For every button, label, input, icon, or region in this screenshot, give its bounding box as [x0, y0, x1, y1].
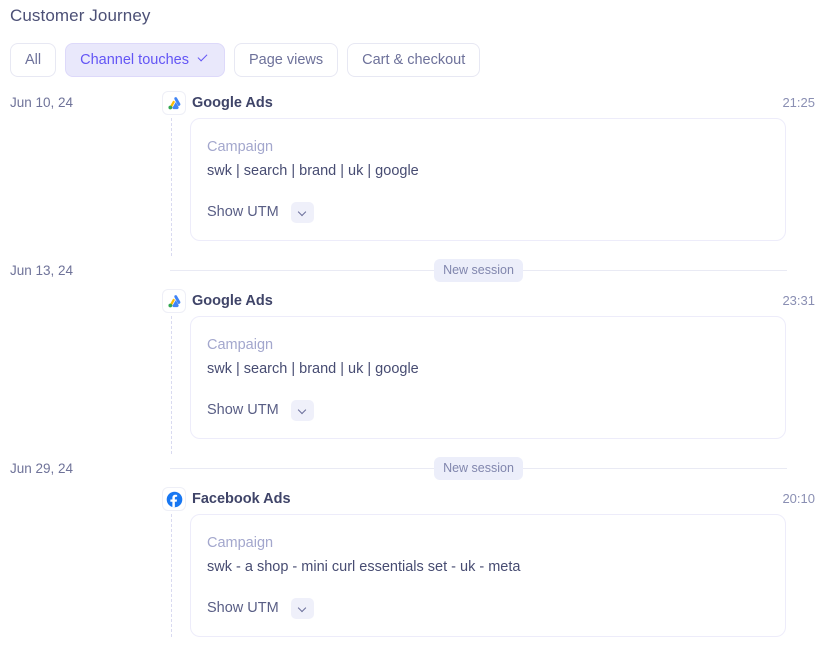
timeline-date-row: Jun 13, 24 New session: [0, 256, 815, 286]
campaign-field-value: swk | search | brand | uk | google: [207, 361, 419, 377]
show-utm-label[interactable]: Show UTM: [207, 403, 279, 418]
new-session-divider: New session: [170, 258, 787, 283]
chevron-down-icon[interactable]: [290, 400, 314, 421]
campaign-field-label: Campaign: [207, 535, 274, 551]
event-body: Campaign swk - a shop - mini curl essent…: [0, 514, 815, 637]
card-actions: Show UTM: [207, 202, 769, 223]
timeline-day-group: Jun 29, 24 New session 20:10 Facebook Ad…: [0, 454, 815, 637]
campaign-field-value: swk - a shop - mini curl essentials set …: [207, 559, 521, 575]
show-utm-label[interactable]: Show UTM: [207, 205, 279, 220]
new-session-badge: New session: [434, 258, 523, 283]
event-time: 21:25: [782, 95, 815, 110]
timeline-date-row: Jun 10, 24 21:25 Google Ads: [0, 88, 815, 118]
event-channel-name: Google Ads: [192, 95, 273, 111]
chevron-down-icon[interactable]: [290, 202, 314, 223]
event-detail-card: Campaign swk | search | brand | uk | goo…: [190, 118, 786, 241]
new-session-divider: New session: [170, 456, 787, 481]
filter-pill-all-label: All: [25, 51, 42, 68]
event-time: 20:10: [782, 491, 815, 506]
campaign-field-label: Campaign: [207, 337, 274, 353]
event-detail-card: Campaign swk - a shop - mini curl essent…: [190, 514, 786, 637]
event-channel-name: Google Ads: [192, 293, 273, 309]
timeline-connector: [171, 514, 172, 637]
event-time: 23:31: [782, 293, 815, 308]
campaign-field-value: swk | search | brand | uk | google: [207, 163, 419, 179]
filter-pill-all[interactable]: All: [10, 43, 57, 77]
event-header: 23:31 Google Ads: [0, 286, 815, 316]
chevron-down-icon[interactable]: [290, 598, 314, 619]
card-actions: Show UTM: [207, 598, 769, 619]
card-actions: Show UTM: [207, 400, 769, 421]
filter-pill-cart-checkout[interactable]: Cart & checkout: [347, 43, 481, 77]
journey-timeline: Jun 10, 24 21:25 Google Ads Campaign swk…: [0, 88, 815, 637]
timeline-connector: [171, 316, 172, 454]
timeline-date-label: Jun 29, 24: [10, 461, 74, 476]
event-header: 21:25 Google Ads: [0, 88, 815, 118]
event-channel-name: Facebook Ads: [192, 491, 291, 507]
filter-pill-channel-touches-label: Channel touches: [80, 51, 189, 68]
new-session-badge: New session: [434, 456, 523, 481]
filter-bar: All Channel touches Page views Cart & ch…: [10, 43, 481, 77]
filter-pill-channel-touches[interactable]: Channel touches: [65, 43, 225, 77]
timeline-connector: [171, 118, 172, 256]
facebook-icon: [162, 487, 186, 511]
timeline-date-row: Jun 29, 24 New session: [0, 454, 815, 484]
event-header: 20:10 Facebook Ads: [0, 484, 815, 514]
filter-pill-page-views[interactable]: Page views: [233, 43, 339, 77]
filter-pill-cart-checkout-label: Cart & checkout: [362, 51, 466, 68]
event-body: Campaign swk | search | brand | uk | goo…: [0, 316, 815, 454]
campaign-field-label: Campaign: [207, 139, 274, 155]
filter-pill-page-views-label: Page views: [248, 51, 324, 68]
event-detail-card: Campaign swk | search | brand | uk | goo…: [190, 316, 786, 439]
show-utm-label[interactable]: Show UTM: [207, 601, 279, 616]
page-title: Customer Journey: [10, 6, 151, 25]
timeline-day-group: Jun 10, 24 21:25 Google Ads Campaign swk…: [0, 88, 815, 256]
timeline-day-group: Jun 13, 24 New session 23:31 Google Ads …: [0, 256, 815, 454]
timeline-date-label: Jun 13, 24: [10, 263, 74, 278]
customer-journey-page: Customer Journey All Channel touches Pag…: [0, 0, 815, 658]
event-body: Campaign swk | search | brand | uk | goo…: [0, 118, 815, 256]
google-ads-icon: [162, 289, 186, 313]
google-ads-icon: [162, 91, 186, 115]
check-icon: [197, 54, 210, 67]
